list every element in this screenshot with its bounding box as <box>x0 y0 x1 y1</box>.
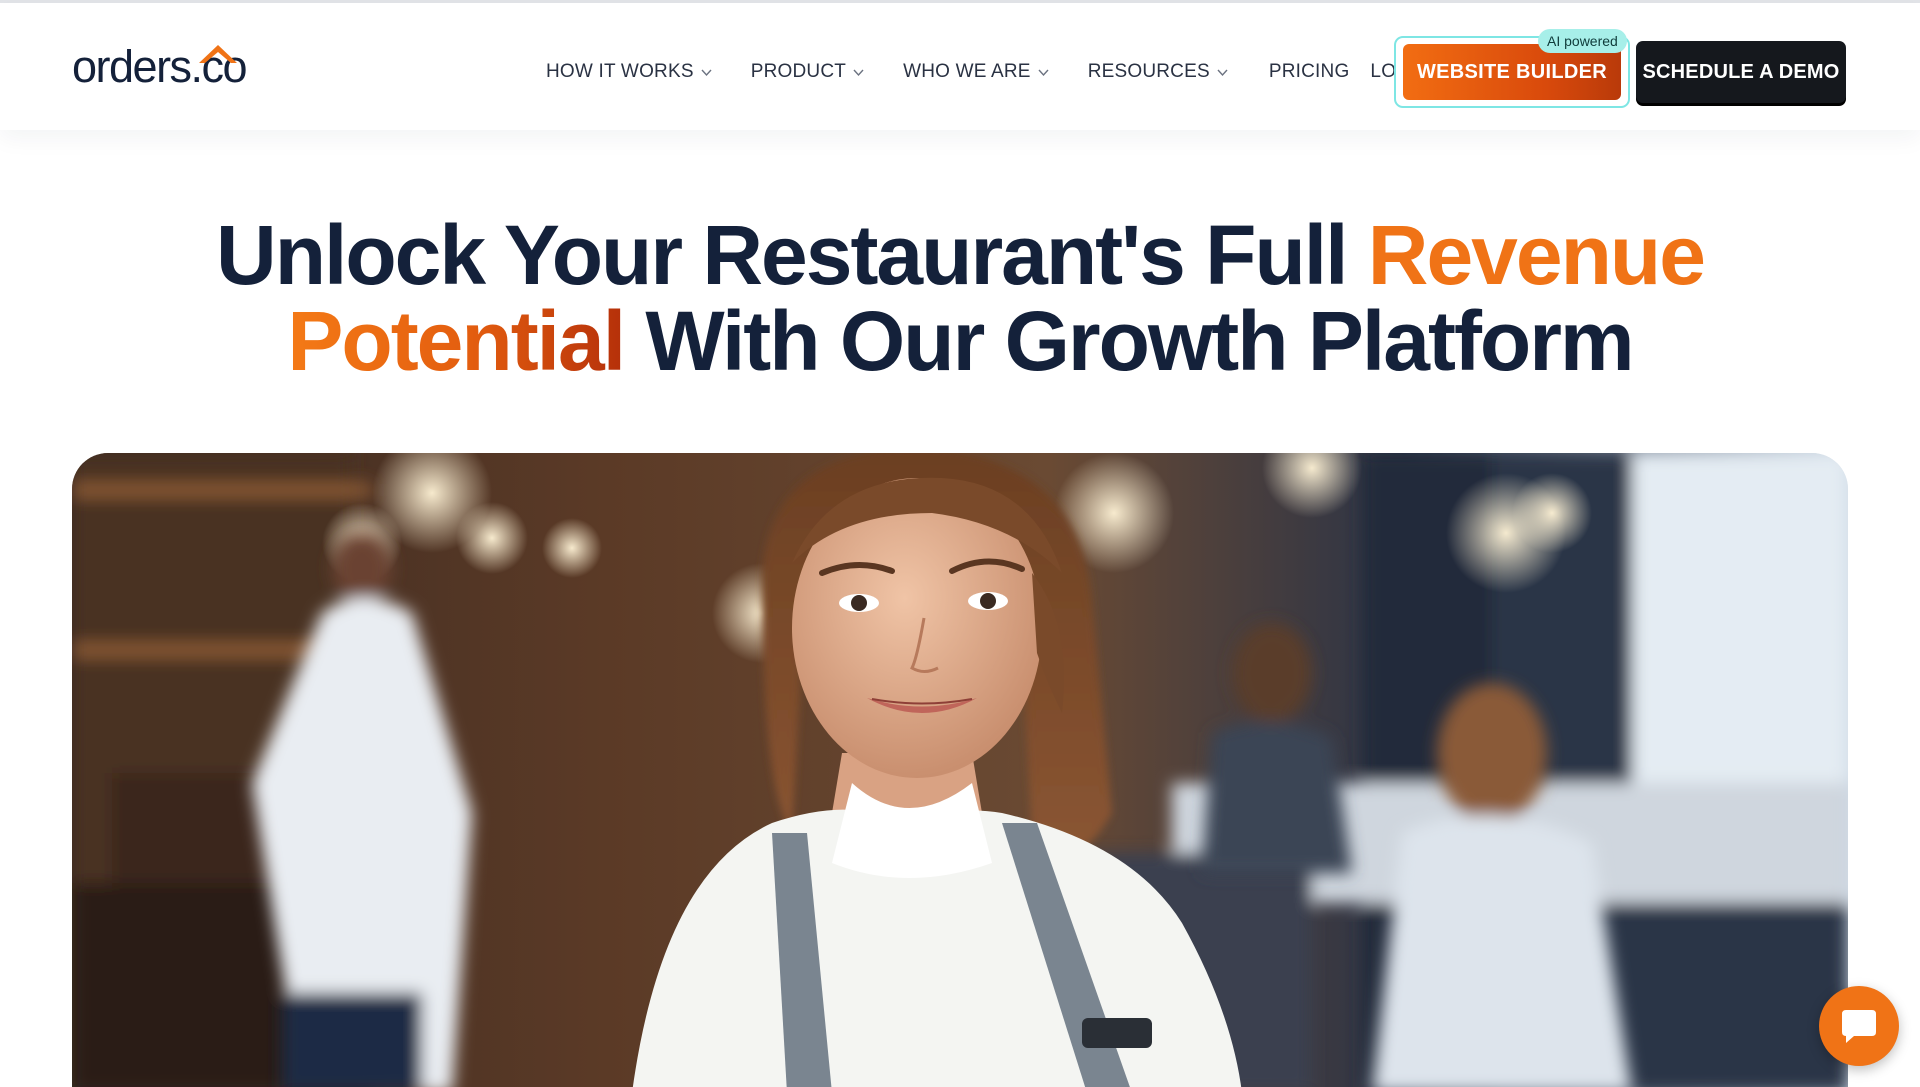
nav-pricing[interactable]: PRICING <box>1269 61 1350 83</box>
chat-launcher-button[interactable] <box>1819 986 1899 1066</box>
ai-powered-badge: AI powered <box>1538 29 1627 53</box>
nav-label: RESOURCES <box>1087 61 1210 82</box>
hero-photo-illustration <box>72 453 1848 1087</box>
nav-who-we-are[interactable]: WHO WE ARE <box>903 61 1050 83</box>
hero-title-accent-potential: Potential <box>287 294 626 388</box>
logo-roof-icon <box>199 45 237 63</box>
schedule-demo-button[interactable]: SCHEDULE A DEMO <box>1636 41 1846 103</box>
site-header: orders.co HOW IT WORKS PRODUCT WHO WE AR… <box>0 3 1920 130</box>
chevron-down-icon <box>853 69 864 76</box>
nav-label: HOW IT WORKS <box>546 61 694 82</box>
hero-photo <box>72 453 1848 1087</box>
nav-resources[interactable]: RESOURCES <box>1088 61 1229 83</box>
nav-how-it-works[interactable]: HOW IT WORKS <box>546 61 713 83</box>
chevron-down-icon <box>1217 69 1228 76</box>
hero-title-part-2: With Our Growth Platform <box>624 294 1634 388</box>
nav-label: PRODUCT <box>750 61 847 82</box>
nav-label: PRICING <box>1268 61 1350 82</box>
nav-label: WHO WE ARE <box>903 61 1031 82</box>
chevron-down-icon <box>1038 69 1049 76</box>
hero-title-part-1: Unlock Your Restaurant's Full <box>216 208 1368 302</box>
hero-title: Unlock Your Restaurant's Full Revenue Pot… <box>0 212 1920 384</box>
nav-product[interactable]: PRODUCT <box>751 61 865 83</box>
hero-title-accent-revenue: Revenue <box>1367 208 1706 302</box>
chevron-down-icon <box>701 69 712 76</box>
chat-bubble-icon <box>1842 1010 1876 1043</box>
orders-co-logo[interactable]: orders.co <box>72 41 252 93</box>
main-nav: HOW IT WORKS PRODUCT WHO WE ARE RESOURCE… <box>546 57 1431 87</box>
